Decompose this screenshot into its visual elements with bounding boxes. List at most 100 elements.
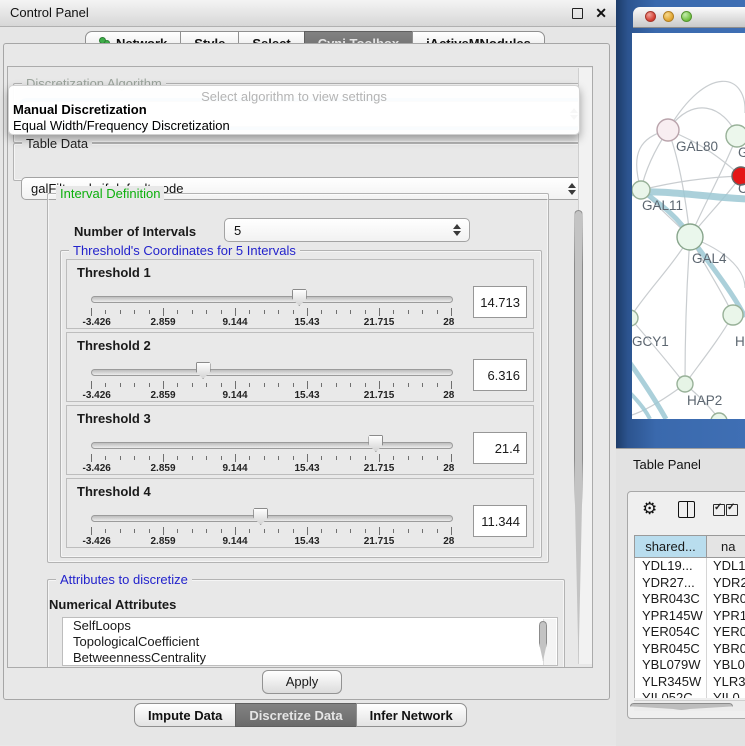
network-node-partial[interactable] [711,413,727,419]
tick-label: 9.144 [222,536,247,547]
algorithm-option[interactable]: Equal Width/Frequency Discretization [13,118,230,133]
checkbox-icon[interactable] [726,504,738,516]
threshold-value-field[interactable]: 11.344 [473,505,527,537]
minimize-traffic-light-icon[interactable] [663,11,674,22]
network-window-titlebar[interactable] [633,7,745,28]
tick-label: 21.715 [364,536,395,547]
algorithm-option[interactable]: Manual Discretization [13,102,147,117]
close-traffic-light-icon[interactable] [645,11,656,22]
thresholds-group: Threshold's Coordinates for 5 Intervals … [60,250,542,558]
network-node-h[interactable] [723,305,743,325]
threshold-label: Threshold 4 [77,484,151,499]
float-window-icon[interactable] [572,8,583,19]
network-node-gal11[interactable] [632,181,650,199]
network-node-gal80[interactable] [657,119,679,141]
slider-thumb[interactable] [196,362,211,379]
threshold-slider[interactable]: -3.4262.8599.14415.4321.71528 [91,361,451,397]
node-label: GAL11 [642,198,683,213]
network-node-ga[interactable] [726,125,745,147]
column-header[interactable]: shared... [635,536,707,557]
slider-tick-labels: -3.4262.8599.14415.4321.71528 [91,463,451,475]
tick-label: 15.43 [294,463,319,474]
network-canvas[interactable]: GAL80GACGAL11GAL4GCY1HHAP2 [632,33,745,419]
table-row[interactable]: YDR27... YDR2 [635,575,745,592]
network-edge[interactable] [685,315,733,384]
panel-scrollbar[interactable] [578,68,592,664]
network-node-gal4[interactable] [677,224,703,250]
close-icon[interactable]: ✕ [595,4,607,22]
table-hscrollbar-thumb[interactable] [630,703,733,710]
table-data-label: Table Data [22,136,92,151]
threshold-slider[interactable]: -3.4262.8599.14415.4321.71528 [91,288,451,324]
table-header-row: shared...na [634,535,745,558]
network-edge[interactable] [641,176,741,190]
tick-label: 2.859 [150,536,175,547]
slider-thumb[interactable] [368,435,383,452]
slider-thumb[interactable] [253,508,268,525]
table-row[interactable]: YLR345W YLR3 [635,674,745,691]
slider-track[interactable] [91,515,453,522]
threshold-slider[interactable]: -3.4262.8599.14415.4321.71528 [91,434,451,470]
checkbox-icon[interactable] [713,504,725,516]
apply-button[interactable]: Apply [262,670,342,694]
network-graph: GAL80GACGAL11GAL4GCY1HHAP2 [632,33,745,419]
gear-icon[interactable]: ⚙ [642,499,657,519]
control-panel-title: Control Panel [10,0,89,26]
tab-impute-data[interactable]: Impute Data [134,703,236,727]
attributes-scrollbar[interactable] [543,619,556,666]
tab-infer-network[interactable]: Infer Network [356,703,467,727]
table-row[interactable]: YBR043C YBR0 [635,591,745,608]
network-edge[interactable] [632,363,666,419]
threshold-slider[interactable]: -3.4262.8599.14415.4321.71528 [91,507,451,543]
zoom-traffic-light-icon[interactable] [681,11,692,22]
table-row[interactable]: YIL052C YIL0 [635,690,745,698]
network-edge[interactable] [632,393,650,419]
network-edge[interactable] [632,237,690,318]
attribute-list-item[interactable]: BetweennessCentrality [63,650,557,666]
table-row[interactable]: YBR045C YBR0 [635,641,745,658]
network-edge[interactable] [685,237,690,384]
node-label: GCY1 [632,334,669,349]
interval-definition-label: Interval Definition [56,186,164,201]
slider-track[interactable] [91,296,453,303]
split-columns-icon[interactable] [678,501,695,518]
thresholds-list: Threshold 1 -3.4262.8599.14415.4321.7152… [66,259,534,551]
tick-label: 28 [443,463,454,474]
attribute-list-item[interactable]: TopologicalCoefficient [63,634,557,650]
combo-stepper-icon [568,183,576,195]
slider-track[interactable] [91,442,453,449]
table-horizontal-scrollbar[interactable] [634,700,745,711]
table-row[interactable]: YDL19... YDL1 [635,558,745,575]
threshold-value-field[interactable]: 21.4 [473,432,527,464]
numerical-attributes-list[interactable]: SelfLoopsTopologicalCoefficientBetweenne… [62,617,558,666]
threshold-value-field[interactable]: 6.316 [473,359,527,391]
slider-ticks [91,527,451,535]
tick-label: 2.859 [150,463,175,474]
attribute-list-item[interactable]: SelfLoops [63,618,557,634]
tick-label: -3.426 [82,317,110,328]
column-header[interactable]: na [707,536,745,557]
attributes-group-label: Attributes to discretize [56,572,192,587]
network-node-gcy1[interactable] [632,310,638,326]
slider-tick-labels: -3.4262.8599.14415.4321.71528 [91,390,451,402]
slider-ticks [91,381,451,389]
node-label: GAL80 [676,139,718,154]
slider-thumb[interactable] [292,289,307,306]
table-row[interactable]: YPR145W YPR1 [635,608,745,625]
network-edge[interactable] [668,81,745,130]
tick-label: 28 [443,317,454,328]
table-row[interactable]: YER054C YER0 [635,624,745,641]
control-panel-titlebar[interactable]: Control Panel ✕ [0,0,616,27]
tick-label: -3.426 [82,536,110,547]
node-label: HAP2 [687,393,722,408]
slider-track[interactable] [91,369,453,376]
number-of-intervals-combobox[interactable]: 5 [224,218,470,242]
tick-label: -3.426 [82,390,110,401]
interval-definition-group: Interval Definition Number of Intervals … [47,193,549,563]
tab-discretize-data[interactable]: Discretize Data [235,703,356,727]
tick-label: 28 [443,536,454,547]
threshold-value-field[interactable]: 14.713 [473,286,527,318]
threshold-block: Threshold 3 -3.4262.8599.14415.4321.7152… [66,405,534,475]
table-row[interactable]: YBL079W YBL0 [635,657,745,674]
network-node-hap2[interactable] [677,376,693,392]
